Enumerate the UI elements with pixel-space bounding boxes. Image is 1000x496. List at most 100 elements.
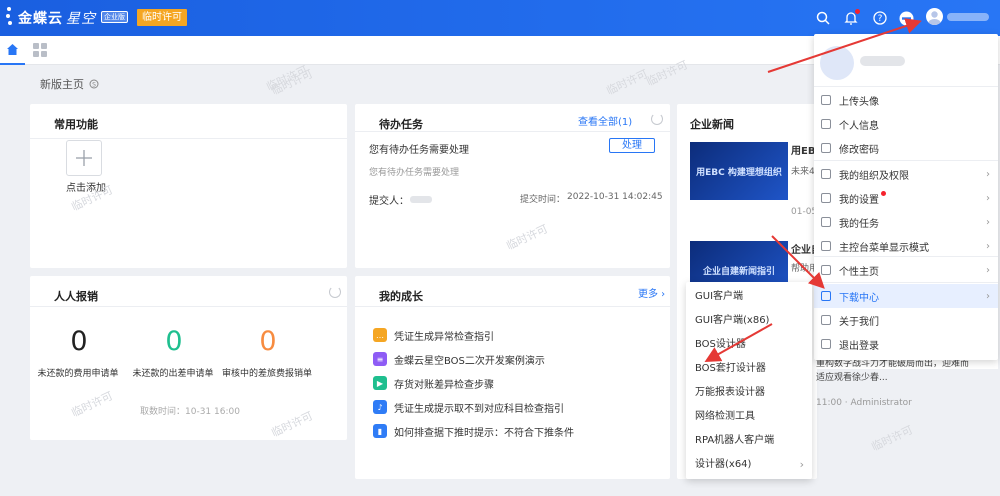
growth-item[interactable]: ▮ 如何排查据下推时提示：不符合下推条件 bbox=[373, 422, 574, 440]
my-growth-card: 我的成长 更多 › … 凭证生成异常检查指引 ≡ 金蝶云星空BOS二次开发案例演示 ▶ 存… bbox=[355, 276, 670, 479]
process-button[interactable]: 处理 bbox=[609, 138, 655, 153]
stat-label[interactable]: 审核中的差旅费报销单 bbox=[222, 366, 312, 379]
svg-text:S: S bbox=[92, 82, 96, 89]
plus-icon bbox=[76, 150, 92, 166]
top-bar: 金蝶云 星空 企业版 临时许可 ? bbox=[0, 0, 1000, 36]
stat-value[interactable]: 0 bbox=[64, 326, 94, 357]
watermark: 临时许可 bbox=[269, 409, 315, 440]
personal-home-icon bbox=[821, 265, 831, 275]
todo-task-subtext: 您有待办任务需要处理 bbox=[369, 168, 460, 178]
menu-item-personal-info[interactable]: 个人信息 bbox=[814, 112, 998, 136]
menu-item-my-org[interactable]: 我的组织及权限 › bbox=[814, 162, 998, 186]
about-us-icon bbox=[821, 315, 831, 325]
refresh-small-icon[interactable]: S bbox=[89, 79, 99, 89]
growth-item[interactable]: … 凭证生成异常检查指引 bbox=[373, 326, 494, 344]
menu-item-label: 关于我们 bbox=[839, 316, 879, 328]
menu-item-console-menu-mode[interactable]: 主控台菜单显示模式 › bbox=[814, 234, 998, 258]
growth-item[interactable]: ♪ 凭证生成提示取不到对应科目检查指引 bbox=[373, 398, 564, 416]
license-badge: 临时许可 bbox=[137, 9, 187, 26]
my-org-icon bbox=[821, 169, 831, 179]
download-submenu: GUI客户端 GUI客户端(x86) BOS设计器 BOS套打设计器 万能报表设计器 网络… bbox=[686, 282, 812, 479]
search-icon[interactable] bbox=[815, 10, 831, 26]
stat-label[interactable]: 未还款的费用申请单 bbox=[33, 366, 123, 379]
more-link[interactable]: 更多 › bbox=[638, 285, 665, 300]
menu-item-about-us[interactable]: 关于我们 bbox=[814, 308, 998, 332]
divider bbox=[814, 256, 998, 257]
growth-item-label: 如何排查据下推时提示：不符合下推条件 bbox=[394, 427, 574, 439]
growth-item[interactable]: ▶ 存货对账差异检查步骤 bbox=[373, 374, 494, 392]
submenu-item[interactable]: GUI客户端(x86) bbox=[686, 309, 812, 332]
menu-item-change-password[interactable]: 修改密码 bbox=[814, 136, 998, 160]
minus-circle-icon[interactable] bbox=[898, 10, 914, 26]
user-avatar[interactable] bbox=[926, 8, 943, 25]
menu-item-label: 我的组织及权限 bbox=[839, 170, 909, 182]
menu-item-download-center[interactable]: 下载中心 › bbox=[814, 284, 998, 308]
menu-item-personal-home[interactable]: 个性主页 › bbox=[814, 258, 998, 282]
brand-logo[interactable]: 金蝶云 星空 bbox=[18, 8, 96, 28]
user-dropdown-menu: 上传头像 个人信息 修改密码 我的组织及权限 › 我的设置 › 我的任务 › 主控台菜单显示模式 ›… bbox=[814, 34, 998, 360]
stat-label[interactable]: 未还款的出差申请单 bbox=[128, 366, 218, 379]
add-shortcut-button[interactable] bbox=[66, 140, 102, 176]
my-settings-icon bbox=[821, 193, 831, 203]
add-shortcut-label[interactable]: 点击添加 bbox=[66, 179, 106, 194]
divider bbox=[355, 306, 670, 307]
chevron-right-icon: › bbox=[986, 216, 990, 228]
menu-item-logout[interactable]: 退出登录 bbox=[814, 332, 998, 356]
growth-item-label: 金蝶云星空BOS二次开发案例演示 bbox=[394, 355, 545, 367]
growth-item[interactable]: ≡ 金蝶云星空BOS二次开发案例演示 bbox=[373, 350, 545, 368]
home-tab[interactable] bbox=[0, 36, 25, 65]
growth-item-label: 凭证生成异常检查指引 bbox=[394, 331, 494, 343]
notification-dot bbox=[855, 9, 860, 14]
submit-time-value: 2022-10-31 14:02:45 bbox=[567, 192, 663, 202]
chat-icon: … bbox=[373, 328, 387, 342]
logo-icon bbox=[6, 7, 12, 25]
menu-item-label: 我的设置 bbox=[839, 194, 879, 206]
username-blurred[interactable] bbox=[947, 13, 989, 21]
personal-info-icon bbox=[821, 119, 831, 129]
submenu-item[interactable]: GUI客户端 bbox=[686, 285, 812, 308]
news-footer: 11:00 · Administrator bbox=[816, 398, 912, 408]
menu-item-my-settings[interactable]: 我的设置 › bbox=[814, 186, 998, 210]
submitter-blurred bbox=[410, 196, 432, 203]
menu-item-label: 下载中心 bbox=[839, 292, 879, 304]
menu-item-upload-avatar[interactable]: 上传头像 bbox=[814, 88, 998, 112]
refresh-icon[interactable] bbox=[329, 286, 341, 298]
divider bbox=[814, 86, 998, 87]
view-all-link[interactable]: 查看全部(1) bbox=[578, 113, 632, 128]
menu-username-blurred bbox=[860, 56, 905, 66]
stat-value[interactable]: 0 bbox=[159, 326, 189, 357]
page-title-text: 新版主页 bbox=[40, 78, 84, 91]
refresh-icon[interactable] bbox=[651, 113, 663, 125]
news-snippet: 适应观看徐少春... bbox=[816, 373, 888, 383]
help-icon[interactable]: ? bbox=[872, 10, 888, 26]
chevron-right-icon: › bbox=[799, 458, 804, 471]
submenu-item[interactable]: 万能报表设计器 bbox=[686, 381, 812, 404]
chevron-right-icon: › bbox=[986, 290, 990, 302]
change-password-icon bbox=[821, 143, 831, 153]
todo-card: 待办任务 查看全部(1) 您有待办任务需要处理 处理 您有待办任务需要处理 提交… bbox=[355, 67, 670, 268]
submenu-item[interactable]: BOS设计器 bbox=[686, 333, 812, 356]
play-icon: ▶ bbox=[373, 376, 387, 390]
submenu-item[interactable]: 网络检测工具 bbox=[686, 405, 812, 428]
submenu-item[interactable]: RPA机器人客户端 bbox=[686, 429, 812, 452]
grid-icon[interactable] bbox=[33, 43, 47, 57]
news-image-1[interactable]: 用EBC 构建理想组织 bbox=[690, 142, 788, 200]
notification-dot bbox=[881, 190, 886, 196]
divider bbox=[355, 131, 670, 132]
logout-icon bbox=[821, 339, 831, 349]
divider bbox=[814, 160, 998, 161]
stat-value[interactable]: 0 bbox=[253, 326, 283, 357]
card-title: 人人报销 bbox=[54, 290, 98, 303]
upload-avatar-icon bbox=[821, 95, 831, 105]
edition-badge: 企业版 bbox=[101, 11, 128, 23]
page-title: 新版主页 S bbox=[40, 76, 99, 92]
menu-item-my-tasks[interactable]: 我的任务 › bbox=[814, 210, 998, 234]
submenu-item[interactable]: 设计器(x64) bbox=[686, 453, 812, 476]
submenu-item[interactable]: BOS套打设计器 bbox=[686, 357, 812, 380]
watermark: 临时许可 bbox=[269, 67, 315, 98]
bell-icon[interactable] bbox=[843, 9, 860, 26]
chart-icon: ▮ bbox=[373, 424, 387, 438]
todo-task-text[interactable]: 您有待办任务需要处理 bbox=[369, 141, 469, 156]
divider bbox=[30, 306, 347, 307]
menu-item-label: 修改密码 bbox=[839, 144, 879, 156]
